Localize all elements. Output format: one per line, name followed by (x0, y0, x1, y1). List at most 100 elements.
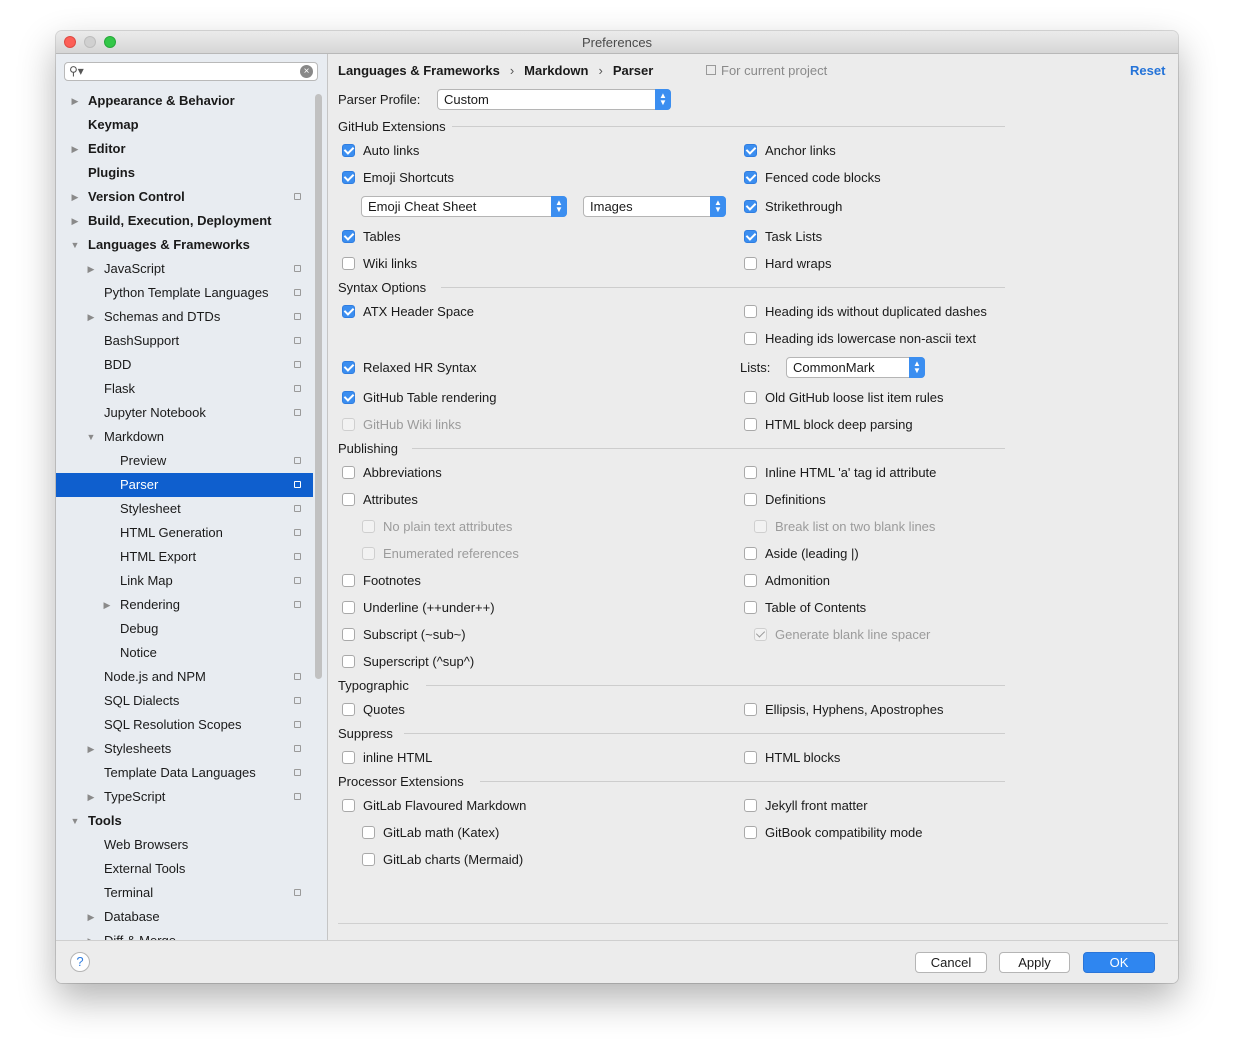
sidebar-item-plugins[interactable]: Plugins (56, 161, 313, 185)
sidebar-item-node-js-and-npm[interactable]: Node.js and NPM (56, 665, 313, 689)
sidebar-item-notice[interactable]: Notice (56, 641, 313, 665)
checkbox-box[interactable] (342, 171, 355, 184)
checkbox-box[interactable] (744, 574, 757, 587)
parser-profile-select[interactable]: Custom ▲ ▼ (437, 89, 671, 110)
sidebar-item-parser[interactable]: Parser (56, 473, 313, 497)
checkbox-box[interactable] (744, 826, 757, 839)
sidebar-item-stylesheets[interactable]: ▶ Stylesheets (56, 737, 313, 761)
lists-select[interactable]: CommonMark ▲ ▼ (786, 357, 925, 378)
breadcrumb-item[interactable]: Languages & Frameworks (338, 63, 500, 78)
sidebar-item-sql-dialects[interactable]: SQL Dialects (56, 689, 313, 713)
checkbox-box[interactable] (362, 853, 375, 866)
expand-right-icon[interactable]: ▶ (70, 209, 80, 233)
checkbox-box[interactable] (744, 171, 757, 184)
expand-right-icon[interactable]: ▶ (102, 593, 112, 617)
checkbox-box[interactable] (342, 601, 355, 614)
checkbox-box[interactable] (342, 655, 355, 668)
sidebar-item-typescript[interactable]: ▶ TypeScript (56, 785, 313, 809)
sidebar-item-rendering[interactable]: ▶ Rendering (56, 593, 313, 617)
expand-down-icon[interactable]: ▼ (70, 233, 80, 257)
sidebar-item-flask[interactable]: Flask (56, 377, 313, 401)
checkbox-box[interactable] (744, 230, 757, 243)
images-select[interactable]: Images ▲ ▼ (583, 196, 726, 217)
checkbox-box[interactable] (744, 493, 757, 506)
search-icon[interactable]: ⚲▾ (69, 64, 84, 78)
checkbox-box[interactable] (342, 257, 355, 270)
sidebar-item-sql-resolution-scopes[interactable]: SQL Resolution Scopes (56, 713, 313, 737)
sidebar-item-database[interactable]: ▶ Database (56, 905, 313, 929)
sidebar-scrollbar[interactable] (315, 94, 322, 679)
expand-down-icon[interactable]: ▼ (86, 425, 96, 449)
checkbox-box[interactable] (744, 305, 757, 318)
checkbox-box[interactable] (744, 751, 757, 764)
sidebar-item-bashsupport[interactable]: BashSupport (56, 329, 313, 353)
sidebar-item-javascript[interactable]: ▶ JavaScript (56, 257, 313, 281)
sidebar-item-link-map[interactable]: Link Map (56, 569, 313, 593)
sidebar-item-build-execution-deployment[interactable]: ▶ Build, Execution, Deployment (56, 209, 313, 233)
sidebar-item-html-generation[interactable]: HTML Generation (56, 521, 313, 545)
sidebar-item-external-tools[interactable]: External Tools (56, 857, 313, 881)
sidebar-item-html-export[interactable]: HTML Export (56, 545, 313, 569)
sidebar-item-languages-frameworks[interactable]: ▼ Languages & Frameworks (56, 233, 313, 257)
expand-right-icon[interactable]: ▶ (70, 89, 80, 113)
checkbox-box[interactable] (342, 574, 355, 587)
sidebar-item-editor[interactable]: ▶ Editor (56, 137, 313, 161)
sidebar-item-markdown[interactable]: ▼ Markdown (56, 425, 313, 449)
sidebar-item-schemas-and-dtds[interactable]: ▶ Schemas and DTDs (56, 305, 313, 329)
sidebar-item-keymap[interactable]: Keymap (56, 113, 313, 137)
expand-right-icon[interactable]: ▶ (86, 305, 96, 329)
sidebar-item-python-template-languages[interactable]: Python Template Languages (56, 281, 313, 305)
checkbox-box[interactable] (342, 799, 355, 812)
checkbox-box[interactable] (744, 799, 757, 812)
help-icon[interactable]: ? (70, 952, 90, 972)
expand-right-icon[interactable]: ▶ (86, 929, 96, 940)
sidebar-item-bdd[interactable]: BDD (56, 353, 313, 377)
sidebar-item-tools[interactable]: ▼ Tools (56, 809, 313, 833)
sidebar-item-web-browsers[interactable]: Web Browsers (56, 833, 313, 857)
clear-search-icon[interactable]: × (300, 65, 313, 78)
sidebar-item-jupyter-notebook[interactable]: Jupyter Notebook (56, 401, 313, 425)
sidebar-item-preview[interactable]: Preview (56, 449, 313, 473)
breadcrumb-item[interactable]: Markdown (524, 63, 588, 78)
checkbox-box[interactable] (744, 418, 757, 431)
checkbox-box[interactable] (744, 257, 757, 270)
apply-button[interactable]: Apply (999, 952, 1070, 973)
cancel-button[interactable]: Cancel (915, 952, 987, 973)
sidebar-item-debug[interactable]: Debug (56, 617, 313, 641)
checkbox-box[interactable] (744, 703, 757, 716)
expand-right-icon[interactable]: ▶ (70, 185, 80, 209)
checkbox-box[interactable] (744, 144, 757, 157)
ok-button[interactable]: OK (1083, 952, 1155, 973)
checkbox-box[interactable] (342, 751, 355, 764)
expand-right-icon[interactable]: ▶ (86, 737, 96, 761)
expand-right-icon[interactable]: ▶ (86, 785, 96, 809)
checkbox-box[interactable] (342, 361, 355, 374)
checkbox-box[interactable] (744, 332, 757, 345)
sidebar-item-version-control[interactable]: ▶ Version Control (56, 185, 313, 209)
checkbox-box[interactable] (342, 628, 355, 641)
checkbox-box[interactable] (744, 601, 757, 614)
checkbox-box[interactable] (342, 305, 355, 318)
checkbox-box[interactable] (744, 466, 757, 479)
emoji-cheat-sheet-select[interactable]: Emoji Cheat Sheet ▲ ▼ (361, 196, 567, 217)
checkbox-box[interactable] (342, 230, 355, 243)
sidebar-item-stylesheet[interactable]: Stylesheet (56, 497, 313, 521)
expand-right-icon[interactable]: ▶ (86, 257, 96, 281)
checkbox-box[interactable] (342, 391, 355, 404)
sidebar-item-terminal[interactable]: Terminal (56, 881, 313, 905)
checkbox-box[interactable] (744, 200, 757, 213)
checkbox-box[interactable] (342, 493, 355, 506)
checkbox-box[interactable] (744, 391, 757, 404)
expand-right-icon[interactable]: ▶ (86, 905, 96, 929)
expand-right-icon[interactable]: ▶ (70, 137, 80, 161)
search-input[interactable]: ⚲▾ × (64, 62, 318, 81)
checkbox-box[interactable] (342, 703, 355, 716)
checkbox-box[interactable] (342, 144, 355, 157)
expand-down-icon[interactable]: ▼ (70, 809, 80, 833)
checkbox-box[interactable] (362, 826, 375, 839)
checkbox-box[interactable] (342, 466, 355, 479)
reset-link[interactable]: Reset (1130, 63, 1165, 78)
sidebar-item-appearance-behavior[interactable]: ▶ Appearance & Behavior (56, 89, 313, 113)
sidebar-item-template-data-languages[interactable]: Template Data Languages (56, 761, 313, 785)
sidebar-item-diff-merge[interactable]: ▶ Diff & Merge (56, 929, 313, 940)
